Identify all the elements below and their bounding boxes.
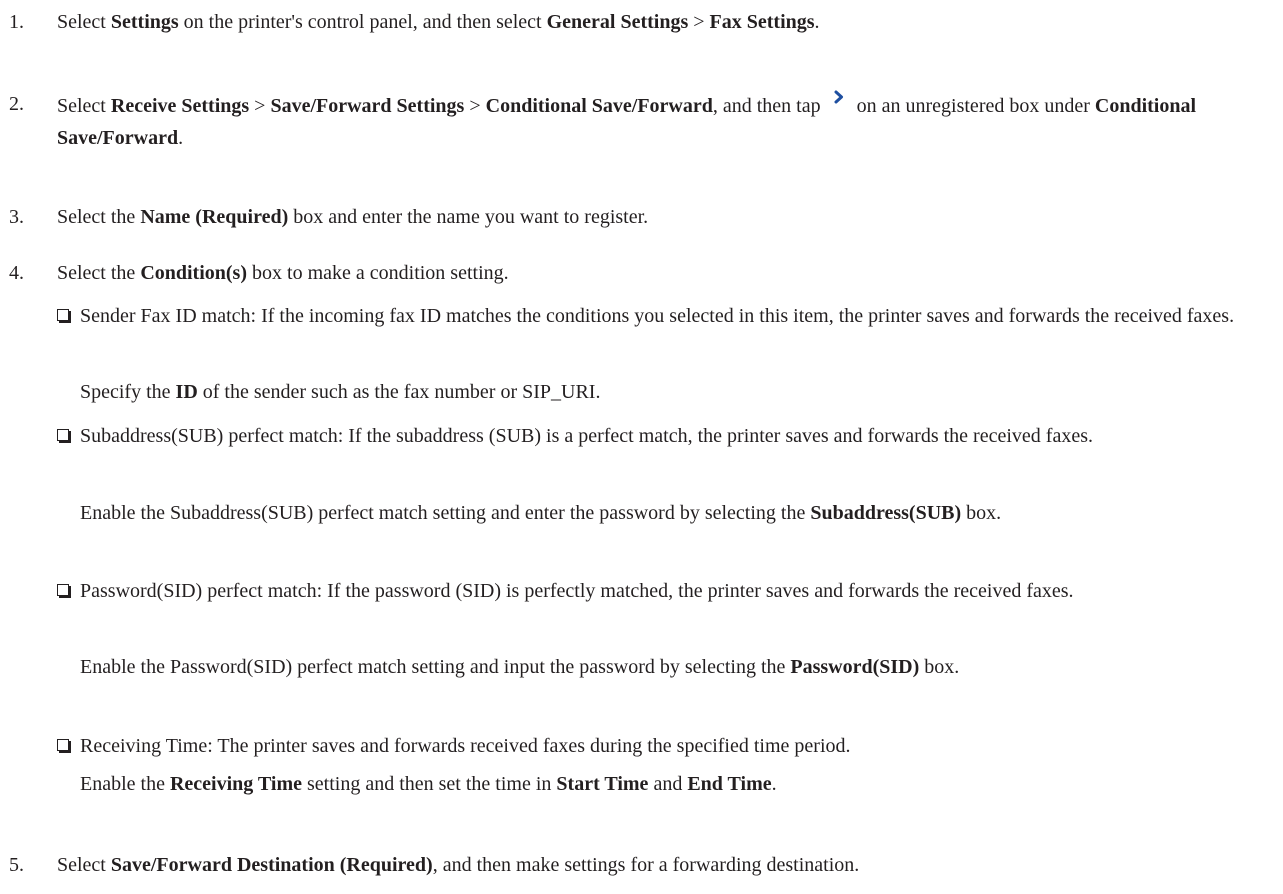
menu-settings: Settings xyxy=(110,11,179,33)
step-text: Select Receive Settings > Save/Forward S… xyxy=(57,88,1263,154)
chevron-right-icon xyxy=(834,90,843,104)
condition-note: Enable the Password(SID) perfect match s… xyxy=(80,656,960,678)
condition-text: Receiving Time: The printer saves and fo… xyxy=(80,735,851,757)
step-text: Select the Condition(s) box to make a co… xyxy=(57,262,509,284)
checkbox-bullet-icon xyxy=(57,584,71,598)
checkbox-bullet-icon xyxy=(57,429,71,443)
step-text: Select the Name (Required) box and enter… xyxy=(57,206,649,228)
menu-general-settings: General Settings xyxy=(546,11,689,33)
menu-save-forward-settings: Save/Forward Settings xyxy=(270,95,465,117)
field-name-required: Name (Required) xyxy=(140,206,289,228)
step-number: 4. xyxy=(9,262,24,284)
step-number: 2. xyxy=(9,93,24,115)
condition-note: Enable the Receiving Time setting and th… xyxy=(80,773,777,795)
condition-item: Receiving Time: The printer saves and fo… xyxy=(57,730,1259,762)
step-number: 5. xyxy=(9,854,24,876)
condition-note: Specify the ID of the sender such as the… xyxy=(80,381,601,403)
condition-text: Password(SID) perfect match: If the pass… xyxy=(80,580,1074,602)
field-save-forward-destination: Save/Forward Destination (Required) xyxy=(110,854,433,876)
menu-receive-settings: Receive Settings xyxy=(110,95,250,117)
condition-item: Password(SID) perfect match: If the pass… xyxy=(57,575,1259,607)
condition-item: Subaddress(SUB) perfect match: If the su… xyxy=(57,420,1259,452)
checkbox-bullet-icon xyxy=(57,739,71,753)
condition-note: Enable the Subaddress(SUB) perfect match… xyxy=(80,502,1002,524)
step-text: Select Settings on the printer's control… xyxy=(57,11,820,33)
menu-fax-settings: Fax Settings xyxy=(709,11,815,33)
condition-item: Sender Fax ID match: If the incoming fax… xyxy=(57,300,1259,332)
field-conditions: Condition(s) xyxy=(140,262,248,284)
condition-text: Subaddress(SUB) perfect match: If the su… xyxy=(80,425,1093,447)
condition-text: Sender Fax ID match: If the incoming fax… xyxy=(80,305,1235,327)
step-number: 1. xyxy=(9,11,24,33)
menu-conditional-save-forward: Conditional Save/Forward xyxy=(485,95,713,117)
checkbox-bullet-icon xyxy=(57,309,71,323)
step-text: Select Save/Forward Destination (Require… xyxy=(57,854,860,876)
step-number: 3. xyxy=(9,206,24,228)
